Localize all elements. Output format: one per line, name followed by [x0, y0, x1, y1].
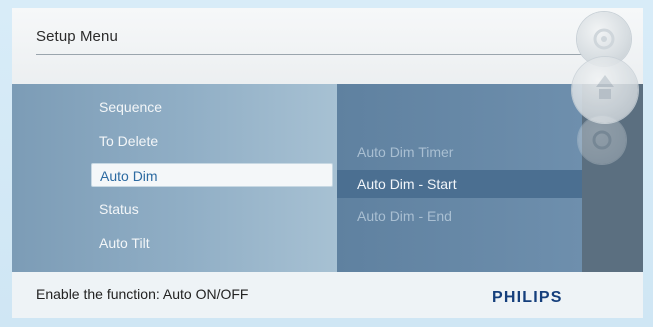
- device-frame: Setup Menu Sequence To Delete Auto Dim S…: [0, 0, 653, 327]
- menu-item-status[interactable]: Status: [99, 201, 139, 217]
- page-title: Setup Menu: [36, 28, 118, 45]
- header-divider: [36, 54, 594, 55]
- screen: Setup Menu Sequence To Delete Auto Dim S…: [12, 8, 643, 318]
- brand-logo: PHILIPS: [492, 289, 563, 306]
- dial-middle-glyph: [596, 75, 614, 99]
- footer: Enable the function: Auto ON/OFF PHILIPS: [12, 272, 643, 318]
- menu-item-auto-dim[interactable]: Auto Dim: [91, 163, 333, 187]
- submenu-item-auto-dim-timer[interactable]: Auto Dim Timer: [357, 144, 453, 160]
- menu-item-sequence[interactable]: Sequence: [99, 99, 162, 115]
- submenu-item-auto-dim-start[interactable]: Auto Dim - Start: [337, 170, 582, 198]
- dial-middle-icon[interactable]: [572, 57, 638, 123]
- submenu-item-auto-dim-end[interactable]: Auto Dim - End: [357, 208, 452, 224]
- menu-header: Setup Menu: [12, 8, 643, 84]
- menu-item-auto-tilt[interactable]: Auto Tilt: [99, 235, 150, 251]
- dial-bottom-glyph: [592, 130, 612, 150]
- menu-area: Sequence To Delete Auto Dim Status Auto …: [12, 84, 643, 272]
- dial-bottom-icon[interactable]: [578, 116, 626, 164]
- menu-item-to-delete[interactable]: To Delete: [99, 133, 158, 149]
- status-hint: Enable the function: Auto ON/OFF: [36, 286, 249, 302]
